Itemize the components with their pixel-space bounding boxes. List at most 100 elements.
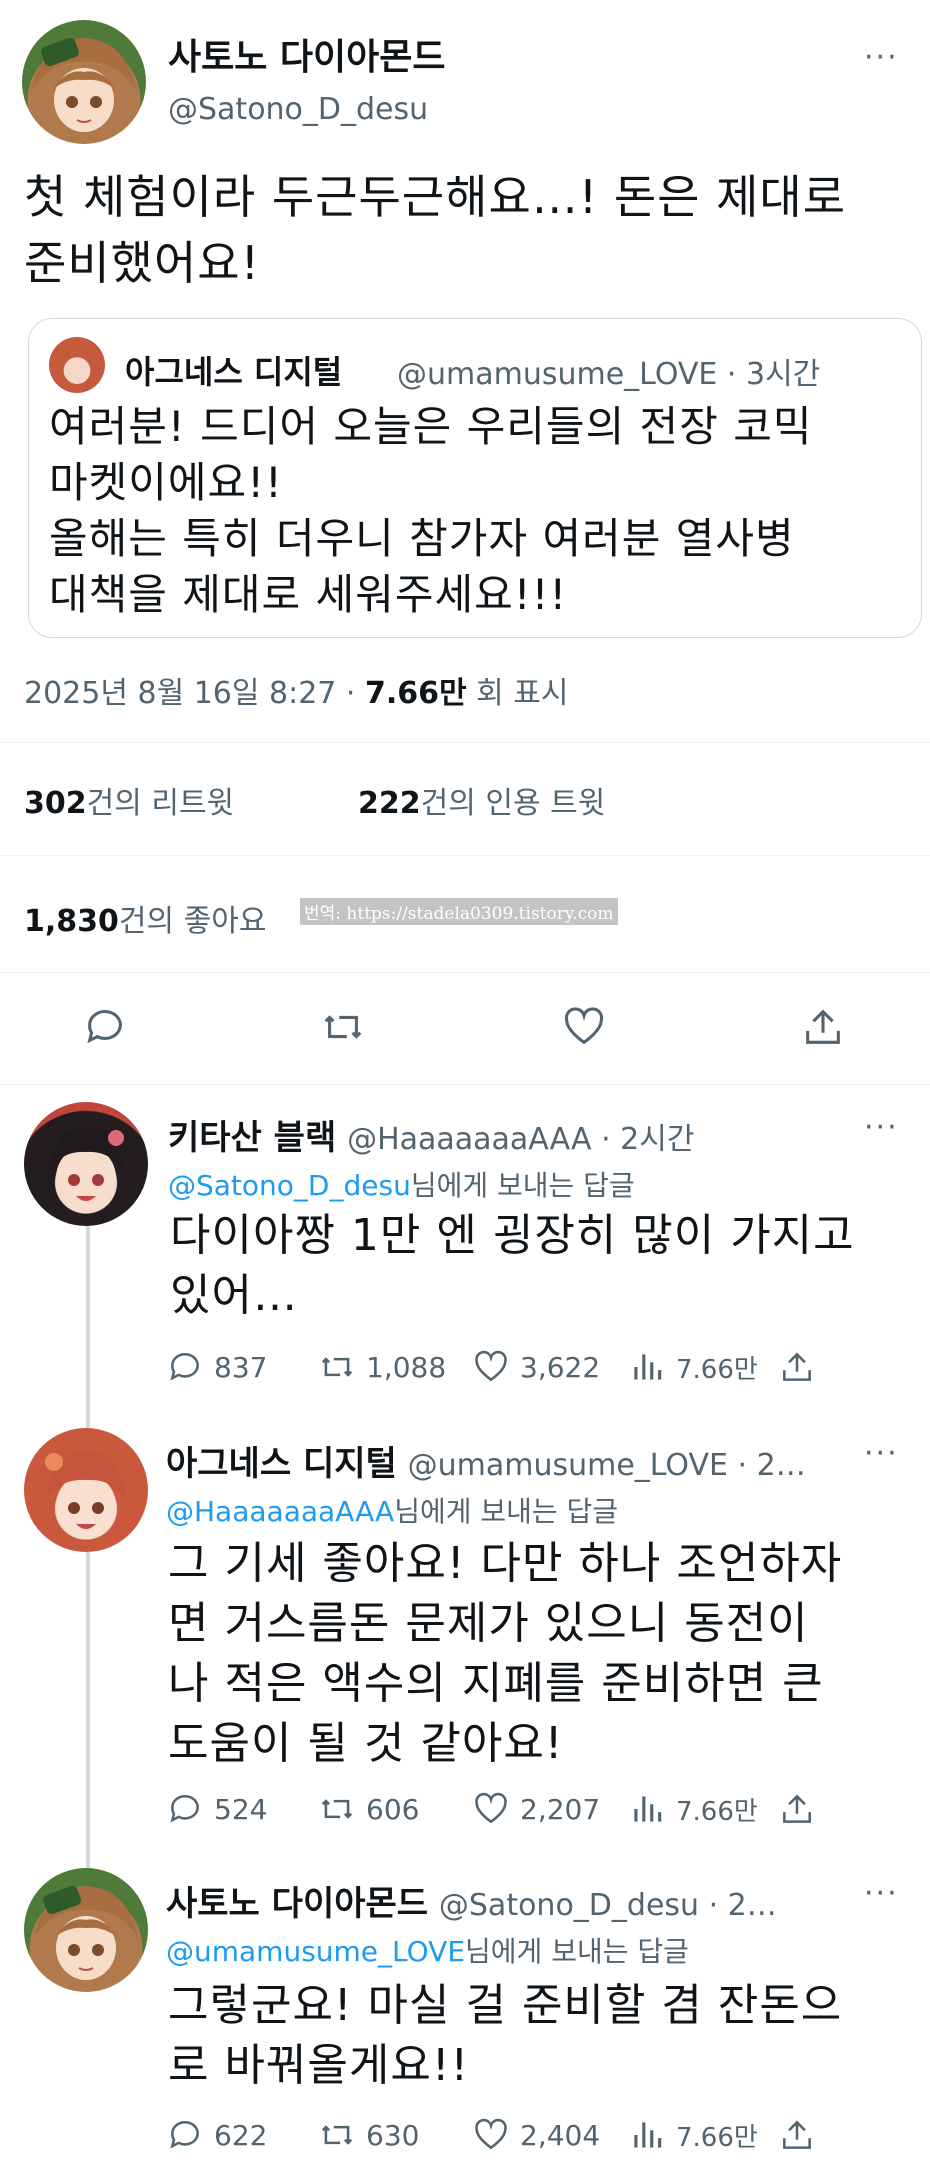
like-count: 1,830 bbox=[24, 904, 119, 939]
reply-context: @umamusume_LOVE님에게 보내는 답글 bbox=[166, 1930, 689, 1970]
reply-to-suffix: 님에게 보내는 답글 bbox=[394, 1495, 619, 1528]
like-button[interactable]: 3,622 bbox=[472, 1348, 600, 1386]
reply-icon bbox=[170, 1352, 199, 1381]
share-icon[interactable] bbox=[778, 2116, 816, 2154]
retweet-count: 302 bbox=[24, 786, 87, 821]
avatar-illustration bbox=[34, 1885, 138, 1980]
reply-header: 키타산 블랙 @HaaaaaaaAAA · 2시간 bbox=[168, 1110, 694, 1159]
more-options-icon[interactable]: ··· bbox=[864, 1113, 899, 1143]
reply-button[interactable]: 837 bbox=[166, 1348, 267, 1386]
avatar[interactable] bbox=[24, 1428, 148, 1552]
retweet-count: 1,088 bbox=[366, 1350, 447, 1384]
reply-button[interactable]: 524 bbox=[166, 1790, 267, 1828]
author-handle[interactable]: @HaaaaaaaAAA · 2시간 bbox=[347, 1122, 694, 1157]
author-handle[interactable]: @Satono_D_desu bbox=[168, 92, 428, 127]
tweet-text: 첫 체험이라 두근두근해요…! 돈은 제대로 준비했어요! bbox=[24, 164, 846, 296]
reply-to-link[interactable]: @Satono_D_desu bbox=[168, 1169, 411, 1202]
quote-text-line: 마켓이에요!! bbox=[49, 458, 283, 507]
reply-icon bbox=[170, 2120, 199, 2149]
more-options-icon[interactable]: ··· bbox=[864, 1439, 899, 1469]
reply-text-line: 그렇군요! 마실 걸 준비할 겸 잔돈으 bbox=[168, 1980, 843, 2031]
retweet-icon bbox=[321, 1799, 353, 1819]
views-icon bbox=[634, 1796, 662, 1822]
retweet-count: 630 bbox=[366, 2118, 420, 2152]
retweet-label: 건의 리트윗 bbox=[86, 786, 235, 821]
retweet-icon[interactable] bbox=[318, 1004, 368, 1050]
reply-text: 다이아짱 1만 엔 굉장히 많이 가지고 있어… bbox=[170, 1206, 855, 1326]
avatar[interactable] bbox=[22, 20, 146, 144]
views-button[interactable]: 7.66만 bbox=[628, 1348, 758, 1386]
reply-text-line: 나 적은 액수의 지폐를 준비하면 큰 bbox=[168, 1658, 824, 1709]
quote-author-handle: @umamusume_LOVE · 3시간 bbox=[397, 357, 821, 392]
author-name[interactable]: 사토노 다이아몬드 bbox=[168, 28, 446, 80]
tweet-date[interactable]: 2025년 8월 16일 8:27 · bbox=[24, 676, 365, 711]
quote-text-line: 대책을 제대로 세워주세요!!! bbox=[49, 570, 568, 619]
reply-text-line: 도움이 될 것 같아요! bbox=[168, 1718, 564, 1769]
avatar-illustration bbox=[48, 1126, 124, 1210]
avatar[interactable] bbox=[24, 1868, 148, 1992]
author-name[interactable]: 키타산 블랙 bbox=[168, 1118, 336, 1158]
divider bbox=[0, 972, 930, 973]
quote-text-line: 여러분! 드디어 오늘은 우리들의 전장 코믹 bbox=[49, 402, 813, 451]
thread-line bbox=[86, 1226, 90, 1432]
author-handle[interactable]: @Satono_D_desu · 2… bbox=[439, 1888, 777, 1923]
like-button[interactable]: 2,404 bbox=[472, 2116, 600, 2154]
like-count: 2,207 bbox=[520, 1792, 601, 1826]
retweet-button[interactable]: 606 bbox=[318, 1790, 419, 1828]
quote-count: 222 bbox=[358, 786, 421, 821]
views-count: 7.66만 bbox=[676, 1354, 758, 1385]
divider bbox=[0, 855, 930, 856]
author-name[interactable]: 사토노 다이아몬드 bbox=[166, 1884, 428, 1924]
share-icon[interactable] bbox=[800, 1004, 846, 1050]
divider bbox=[0, 1084, 930, 1085]
like-icon[interactable] bbox=[560, 1004, 608, 1050]
reply-icon bbox=[170, 1794, 199, 1823]
reply-text-line: 로 바꿔올게요!! bbox=[168, 2040, 470, 2091]
more-options-icon[interactable]: ··· bbox=[864, 1879, 899, 1909]
retweet-stat[interactable]: 302건의 리트윗 bbox=[24, 778, 234, 822]
views-button[interactable]: 7.66만 bbox=[628, 1790, 758, 1828]
quote-stat[interactable]: 222건의 인용 트윗 bbox=[358, 778, 605, 822]
reply-count: 622 bbox=[214, 2118, 268, 2152]
retweet-icon bbox=[321, 1357, 353, 1377]
view-label: 회 표시 bbox=[466, 676, 569, 711]
reply-text: 그렇군요! 마실 걸 준비할 겸 잔돈으 로 바꿔올게요!! bbox=[168, 1976, 842, 2096]
reply-to-link[interactable]: @HaaaaaaaAAA bbox=[166, 1495, 394, 1528]
tweet-text-line: 준비했어요! bbox=[24, 236, 261, 290]
reply-icon[interactable] bbox=[82, 1004, 128, 1050]
views-icon bbox=[634, 2122, 662, 2148]
like-button[interactable]: 2,207 bbox=[472, 1790, 600, 1828]
author-name[interactable]: 아그네스 디지털 bbox=[166, 1444, 397, 1484]
quote-label: 건의 인용 트윗 bbox=[420, 786, 606, 821]
reply-text-line: 그 기세 좋아요! 다만 하나 조언하자 bbox=[168, 1538, 843, 1589]
quote-tweet-card[interactable]: 아그네스 디지털 @umamusume_LOVE · 3시간 여러분! 드디어 … bbox=[28, 318, 922, 638]
divider bbox=[0, 742, 930, 743]
reply-header: 사토노 다이아몬드 @Satono_D_desu · 2… bbox=[166, 1876, 777, 1925]
reply-text-line: 다이아짱 1만 엔 굉장히 많이 가지고 bbox=[170, 1210, 855, 1261]
retweet-button[interactable]: 1,088 bbox=[318, 1348, 446, 1386]
like-stat[interactable]: 1,830건의 좋아요 bbox=[24, 896, 266, 940]
avatar[interactable] bbox=[24, 1102, 148, 1226]
avatar-illustration bbox=[32, 37, 136, 132]
reply-to-suffix: 님에게 보내는 답글 bbox=[465, 1935, 689, 1968]
reply-text-line: 있어… bbox=[170, 1270, 298, 1321]
avatar bbox=[49, 337, 105, 393]
like-icon bbox=[475, 2118, 507, 2150]
author-handle[interactable]: @umamusume_LOVE · 2… bbox=[408, 1448, 806, 1483]
reply-to-link[interactable]: @umamusume_LOVE bbox=[166, 1935, 465, 1968]
share-icon[interactable] bbox=[778, 1348, 816, 1386]
retweet-button[interactable]: 630 bbox=[318, 2116, 419, 2154]
reply-context: @HaaaaaaaAAA님에게 보내는 답글 bbox=[166, 1490, 618, 1530]
views-count: 7.66만 bbox=[676, 1796, 758, 1827]
quote-author-name: 아그네스 디지털 bbox=[125, 353, 343, 391]
share-icon[interactable] bbox=[778, 1790, 816, 1828]
tweet-timestamp: 2025년 8월 16일 8:27 · 7.66만 회 표시 bbox=[24, 668, 569, 712]
retweet-icon bbox=[321, 2125, 353, 2145]
views-button[interactable]: 7.66만 bbox=[628, 2116, 758, 2154]
views-count: 7.66만 bbox=[676, 2122, 758, 2153]
more-options-icon[interactable]: ··· bbox=[864, 43, 899, 73]
reply-text: 그 기세 좋아요! 다만 하나 조언하자 면 거스름돈 문제가 있으니 동전이 … bbox=[168, 1534, 842, 1774]
avatar-illustration bbox=[45, 1450, 126, 1538]
reply-button[interactable]: 622 bbox=[166, 2116, 267, 2154]
retweet-count: 606 bbox=[366, 1792, 420, 1826]
